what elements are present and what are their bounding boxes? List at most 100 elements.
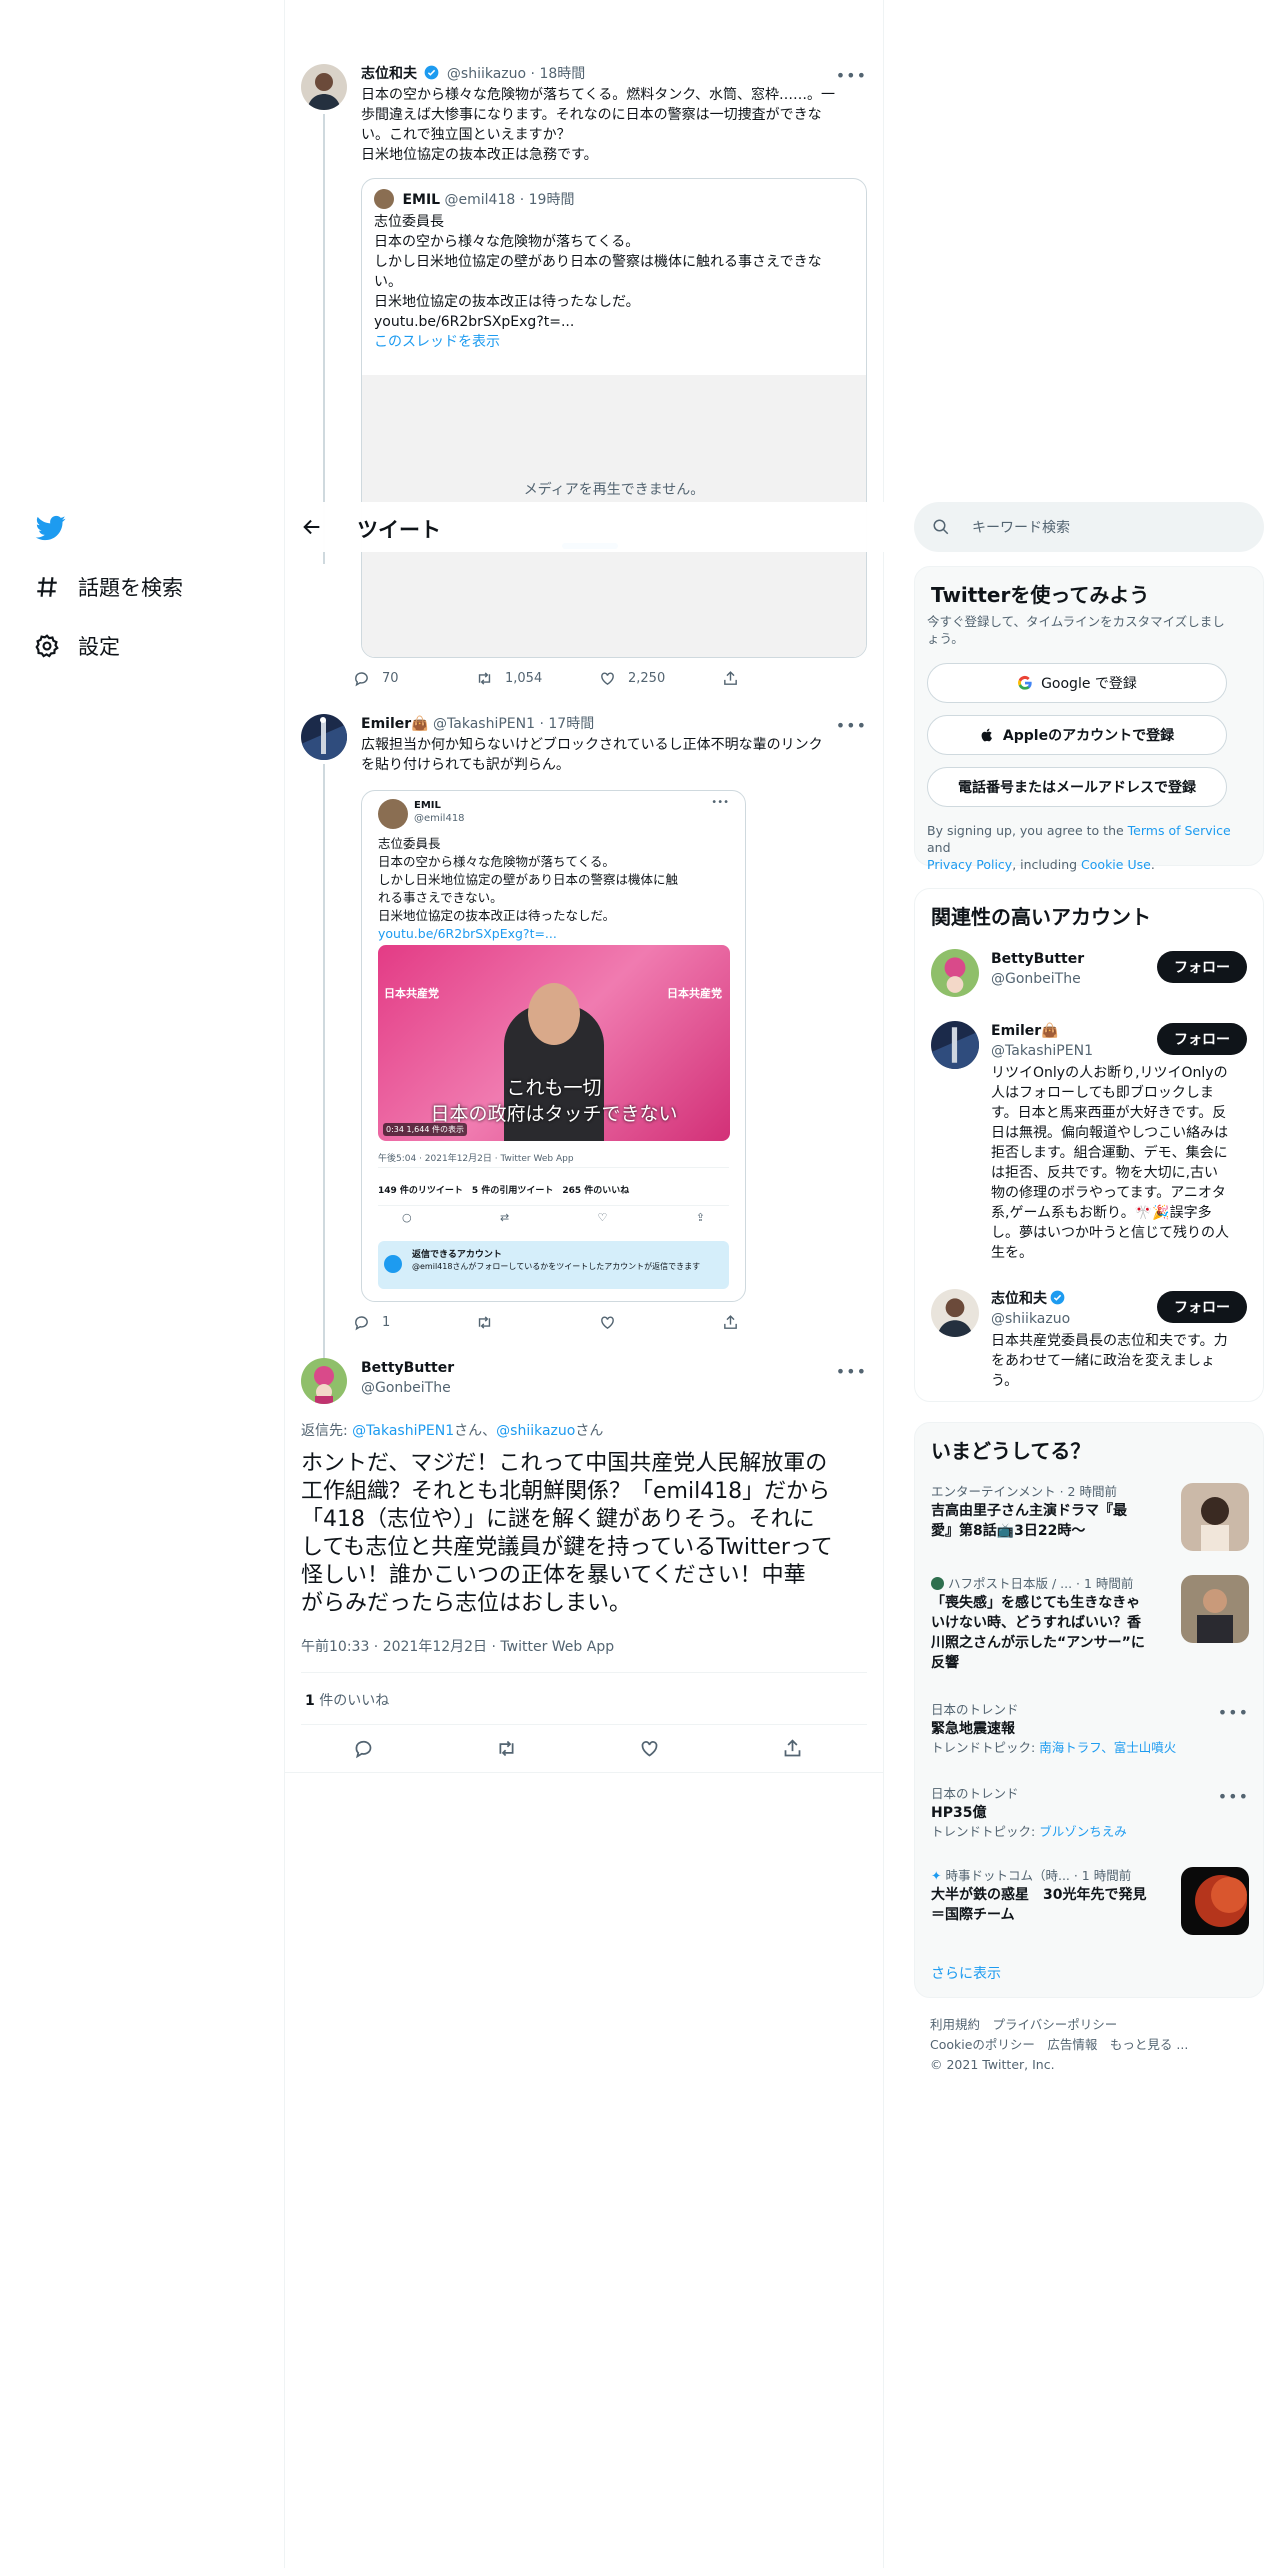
divider [301,1724,867,1725]
quoted-tweet[interactable]: EMIL @emil418 · 19時間 志位委員長 日本の空から様々な危険物が… [361,178,867,658]
trend-item[interactable]: ✦ 時事ドットコム（時... · 1 時間前 大半が鉄の惑星 30光年先で発見 … [931,1867,1249,1935]
search-box[interactable]: キーワード検索 [914,502,1264,552]
tweet-timestamp[interactable]: 午前10:33 · 2021年12月2日 · Twitter Web App [301,1636,614,1656]
source-logo-icon [931,1577,944,1590]
author-name[interactable]: Emiler👜 [361,716,429,732]
screenshot-avatar [378,799,408,829]
terms-of-service-link[interactable]: Terms of Service [1128,823,1231,838]
follow-button[interactable]: フォロー [1157,951,1247,983]
screenshot-stats: 149 件のリツイート 5 件の引用ツイート 265 件のいいね [378,1186,630,1196]
main-column: ツイート 志位和夫 @shiikazuo · 18時間 ••• 日本の空から様々… [285,0,884,2568]
reply-to-line: 返信先: @TakashiPEN1さん、@shiikazuoさん [301,1423,604,1439]
trend-item[interactable]: 日本のトレンド 緊急地震速報 トレンドトピック: 南海トラフ、富士山噴火 ••• [931,1701,1249,1757]
more-options-icon[interactable]: ••• [836,66,867,85]
tweet-time[interactable]: · 18時間 [531,66,586,82]
author-name[interactable]: BettyButter [361,1360,454,1376]
reply-restriction-notice: 返信できるアカウント @emil418さんがフォローしているかをツイートしたアカ… [378,1241,729,1289]
follow-button[interactable]: フォロー [1157,1291,1247,1323]
video-thumbnail: 日本共産党 日本共産党 これも一切 日本の政府はタッチできない 0:34 1,6… [378,945,730,1141]
share-icon [724,671,737,685]
reply-to-link-shiikazuo[interactable]: @shiikazuo [496,1423,575,1439]
trend-item[interactable]: 日本のトレンド HP35億 トレンドトピック: ブルゾンちえみ ••• [931,1785,1249,1841]
nav-settings[interactable]: 設定 [34,631,120,661]
tweet-actions: 1 [353,1314,845,1331]
like-button[interactable]: 2,250 [599,670,722,687]
trend-thumbnail [1181,1483,1249,1551]
more-options-icon[interactable]: ••• [836,1362,867,1381]
retweet-icon [478,672,491,685]
footer-line[interactable]: Cookieのポリシー 広告情報 もっと見る ... [930,2035,1188,2055]
footer-line[interactable]: 利用規約 プライバシーポリシー [930,2015,1188,2035]
gear-icon [35,634,59,658]
verified-badge-icon [1050,1290,1065,1305]
tweet-takashipen1[interactable]: Emiler👜 @TakashiPEN1 · 17時間 ••• 広報担当か何か知… [301,714,867,1384]
follow-button[interactable]: フォロー [1157,1023,1247,1055]
show-thread-link[interactable]: このスレッドを表示 [374,332,854,352]
more-options-icon[interactable]: ••• [1218,1787,1249,1806]
reply-button[interactable]: 1 [353,1314,476,1331]
retweet-button[interactable]: 1,054 [476,670,599,687]
screenshot-more-icon: ••• [711,797,729,808]
likes-summary[interactable]: 1 件のいいね [305,1690,389,1710]
reply-count: 70 [382,671,399,686]
heart-icon [601,1316,614,1330]
author-name[interactable]: 志位和夫 [361,66,417,82]
account-bio: 日本共産党委員長の志位和夫です。力 をあわせて一緒に政治を変えましょ う。 [991,1333,1228,1389]
signup-terms: By signing up, you agree to the Terms of… [927,823,1231,872]
tweet-actions: 70 1,054 2,250 [353,670,845,687]
page-header: ツイート [285,502,884,552]
tweet-shiikazuo[interactable]: 志位和夫 @shiikazuo · 18時間 ••• 日本の空から様々な危険物が… [301,64,867,704]
reply-icon [355,672,368,687]
trend-item[interactable]: エンターテインメント · 2 時間前 吉高由里子さん主演ドラマ『最 愛』第8話📺… [931,1483,1249,1551]
trend-item[interactable]: ハフポスト日本版 / ... · 1 時間前 「喪失感」を感じても生きなきゃ い… [931,1575,1249,1673]
google-signup-button[interactable]: Google で登録 [927,663,1227,703]
cookie-use-link[interactable]: Cookie Use [1081,857,1151,872]
like-button[interactable] [599,1314,722,1331]
share-button[interactable] [782,1738,905,1759]
focused-tweet-actions [353,1738,905,1759]
retweet-button[interactable] [476,1314,599,1331]
show-more-link[interactable]: さらに表示 [931,1963,1001,1983]
tweet-time[interactable]: · 17時間 [539,716,594,732]
like-button[interactable] [639,1738,762,1759]
privacy-policy-link[interactable]: Privacy Policy [927,857,1012,872]
phone-email-signup-button[interactable]: 電話番号またはメールアドレスで登録 [927,767,1227,807]
trends-title: いまどうしてる？ [931,1439,1091,1463]
apple-signup-button[interactable]: Appleのアカウントで登録 [927,715,1227,755]
tweet-text: 日本の空から様々な危険物が落ちてくる。燃料タンク、水筒、窓枠……。一 歩間違えば… [361,87,836,163]
retweet-icon [478,1316,491,1329]
footer-links: 利用規約 プライバシーポリシー Cookieのポリシー 広告情報 もっと見る .… [930,2015,1188,2075]
reply-icon [355,1316,368,1331]
reply-to-link-takashipen1[interactable]: @TakashiPEN1 [352,1423,454,1439]
reply-button[interactable] [353,1738,476,1759]
signup-card: Twitterを使ってみよう 今すぐ登録して、タイムラインをカスタマイズしましょ… [914,566,1264,872]
avatar[interactable] [301,714,347,760]
divider [378,1167,729,1168]
media-error-text: メディアを再生できません。 [523,482,705,498]
nav-explore[interactable]: 話題を検索 [34,572,183,602]
reply-button[interactable]: 70 [353,670,476,687]
attached-screenshot-image[interactable]: EMIL @emil418 ••• 志位委員長 日本の空から様々な危険物が落ちて… [361,790,746,1302]
tweet-text: ホントだ、マジだ！これって中国共産党人民解放軍の 工作組織？それとも北朝鮮関係？… [301,1451,833,1616]
more-options-icon[interactable]: ••• [1218,1703,1249,1722]
page-title: ツイート [357,518,441,542]
nav-explore-label: 話題を検索 [78,576,183,600]
author-handle[interactable]: @shiikazuo [447,66,526,82]
google-icon [1018,675,1032,690]
screenshot-text: 志位委員長 日本の空から様々な危険物が落ちてくる。 しかし日米地位協定の壁があり… [378,836,679,941]
share-button[interactable] [722,1314,845,1331]
avatar[interactable] [301,64,347,110]
quote-time: · 19時間 [519,192,575,208]
avatar[interactable] [301,1358,347,1404]
quote-author-handle: @emil418 [444,192,516,208]
author-handle[interactable]: @GonbeiThe [361,1380,451,1396]
retweet-button[interactable] [496,1738,619,1759]
back-arrow-icon[interactable] [301,516,323,538]
divider [285,1772,884,1773]
twitter-logo-icon[interactable] [34,513,68,543]
thread-line [323,764,325,1384]
more-options-icon[interactable]: ••• [836,716,867,735]
trend-thumbnail [1181,1575,1249,1643]
share-button[interactable] [722,670,845,687]
author-handle[interactable]: @TakashiPEN1 [433,716,535,732]
